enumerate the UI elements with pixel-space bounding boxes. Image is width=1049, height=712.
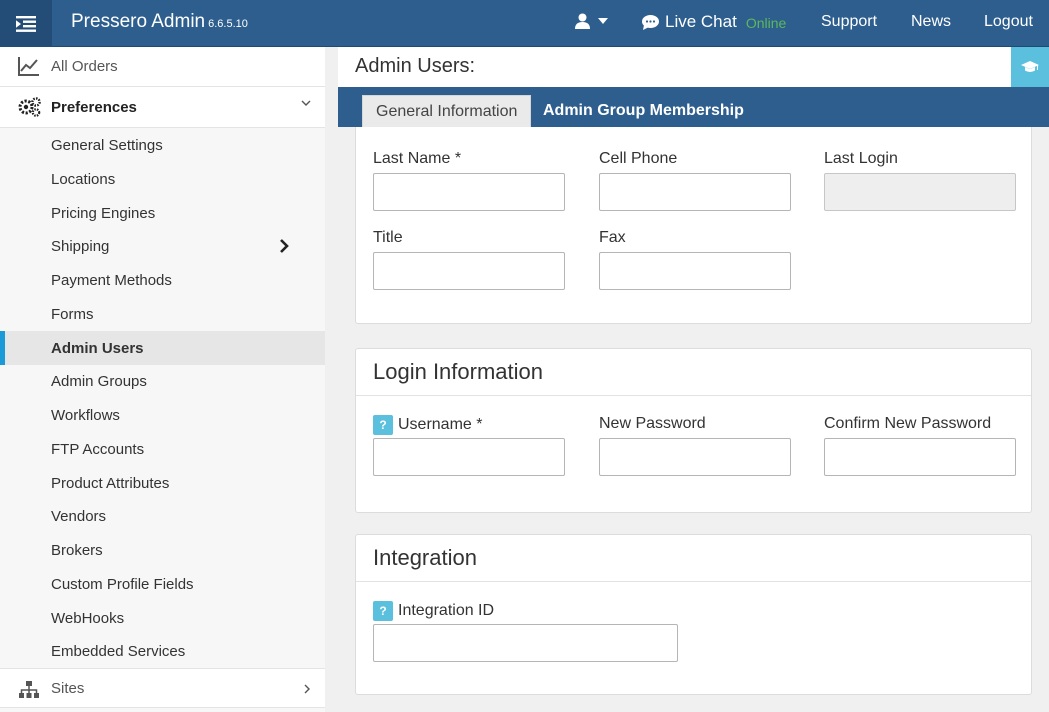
sidebar-item-forms[interactable]: Forms [0, 297, 325, 331]
live-chat-link[interactable]: Live Chat Online [642, 12, 786, 32]
sidebar-item-shipping[interactable]: Shipping [0, 229, 325, 263]
integration-header: Integration [356, 535, 1031, 582]
chat-status-online: Online [745, 15, 787, 31]
sidebar-item-general-settings[interactable]: General Settings [0, 128, 325, 162]
cell-phone-input[interactable] [599, 173, 791, 211]
last-name-input[interactable] [373, 173, 565, 211]
page-title: Admin Users: [355, 55, 476, 77]
sidebar-item-label: WebHooks [51, 610, 125, 627]
username-input[interactable] [373, 438, 565, 476]
fax-label: Fax [599, 229, 626, 246]
page-header: Admin Users: [338, 47, 1049, 87]
sidebar-item-label: Payment Methods [51, 272, 172, 289]
sidebar-item-label: Admin Groups [51, 373, 147, 390]
sidebar-toggle-button[interactable] [0, 0, 52, 47]
login-information-panel: Login Information ? Username * New Passwo… [355, 348, 1032, 513]
sidebar-item-webhooks[interactable]: WebHooks [0, 601, 325, 635]
support-link[interactable]: Support [821, 13, 877, 31]
sitemap-icon [19, 681, 39, 698]
top-navbar: Pressero Admin 6.6.5.10 Live Chat Online … [0, 0, 1049, 47]
sidebar-item-label: Shipping [51, 238, 110, 255]
sidebar-item-ftp-accounts[interactable]: FTP Accounts [0, 432, 325, 466]
line-chart-icon [18, 57, 39, 76]
menu-collapse-icon [16, 15, 36, 32]
version-number: 6.6.5.10 [208, 18, 248, 30]
sidebar-item-label: Preferences [51, 98, 137, 116]
sidebar: All Orders Preferences General Settings … [0, 47, 325, 712]
graduation-cap-icon [1021, 61, 1039, 72]
news-link[interactable]: News [911, 13, 951, 31]
login-information-title: Login Information [373, 359, 543, 384]
help-icon[interactable]: ? [373, 415, 393, 435]
caret-down-icon [598, 18, 608, 24]
integration-id-label-text: Integration ID [398, 602, 495, 619]
sidebar-item-label: Pricing Engines [51, 205, 156, 222]
new-password-input[interactable] [599, 438, 791, 476]
sidebar-item-payment-methods[interactable]: Payment Methods [0, 263, 325, 297]
help-tutorial-button[interactable] [1011, 47, 1049, 87]
main-content: Admin Users: General Information Admin G… [338, 47, 1049, 712]
sidebar-item-pricing-engines[interactable]: Pricing Engines [0, 196, 325, 230]
login-information-header: Login Information [356, 349, 1031, 396]
sidebar-item-label: Custom Profile Fields [51, 576, 194, 593]
sidebar-item-label: Vendors [51, 508, 107, 525]
sidebar-item-label: Admin Users [51, 340, 144, 357]
sidebar-item-sites[interactable]: Sites [0, 668, 325, 708]
sidebar-item-brokers[interactable]: Brokers [0, 533, 325, 567]
sidebar-item-locations[interactable]: Locations [0, 162, 325, 196]
new-password-label: New Password [599, 415, 706, 432]
confirm-password-label: Confirm New Password [824, 415, 992, 432]
user-icon [575, 13, 590, 29]
sidebar-item-product-attributes[interactable]: Product Attributes [0, 466, 325, 500]
sidebar-item-vendors[interactable]: Vendors [0, 499, 325, 533]
sidebar-item-admin-groups[interactable]: Admin Groups [0, 364, 325, 398]
sidebar-item-label: Product Attributes [51, 475, 170, 492]
title-input[interactable] [373, 252, 565, 290]
sidebar-item-label: Workflows [51, 407, 120, 424]
sidebar-item-label: FTP Accounts [51, 441, 145, 458]
chevron-down-icon [301, 100, 311, 106]
sidebar-item-label: Locations [51, 171, 116, 188]
brand-title[interactable]: Pressero Admin 6.6.5.10 [71, 11, 248, 33]
brand-name: Pressero Admin [71, 11, 206, 32]
sidebar-item-label: All Orders [51, 58, 118, 75]
sidebar-item-admin-users[interactable]: Admin Users [0, 331, 325, 365]
integration-title: Integration [373, 545, 477, 570]
help-icon[interactable]: ? [373, 601, 393, 621]
sidebar-item-label: Brokers [51, 542, 103, 559]
integration-id-label: ? Integration ID [373, 601, 494, 621]
sidebar-item-label: Sites [51, 679, 85, 697]
live-chat-label: Live Chat [665, 12, 737, 31]
last-login-label: Last Login [824, 150, 898, 167]
fax-input[interactable] [599, 252, 791, 290]
chevron-right-icon [304, 684, 310, 694]
confirm-password-input[interactable] [824, 438, 1016, 476]
logout-link[interactable]: Logout [984, 13, 1033, 31]
tab-general-information[interactable]: General Information [362, 95, 532, 127]
sidebar-item-label: Embedded Services [51, 643, 186, 660]
integration-panel: Integration ? Integration ID [355, 534, 1032, 695]
sidebar-item-all-orders[interactable]: All Orders [0, 47, 325, 87]
last-login-input [824, 173, 1016, 211]
tab-admin-group-membership[interactable]: Admin Group Membership [530, 95, 757, 127]
sidebar-item-workflows[interactable]: Workflows [0, 398, 325, 432]
gears-icon [18, 97, 41, 117]
sidebar-item-label: General Settings [51, 137, 163, 154]
cell-phone-label: Cell Phone [599, 150, 678, 167]
username-label-text: Username * [398, 416, 483, 433]
general-information-panel: Last Name * Cell Phone Last Login Title … [355, 127, 1032, 324]
sidebar-item-embedded-services[interactable]: Embedded Services [0, 634, 325, 668]
sidebar-item-label: Forms [51, 306, 94, 323]
tab-bar: General Information Admin Group Membersh… [338, 87, 1049, 127]
last-name-label: Last Name * [373, 150, 462, 167]
username-label: ? Username * [373, 415, 482, 435]
user-menu[interactable] [575, 13, 608, 29]
integration-id-input[interactable] [373, 624, 678, 662]
chevron-right-icon [280, 239, 289, 253]
sidebar-item-custom-profile-fields[interactable]: Custom Profile Fields [0, 567, 325, 601]
title-label: Title [373, 229, 403, 246]
chat-bubble-icon [642, 14, 659, 30]
sidebar-item-preferences[interactable]: Preferences [0, 87, 325, 128]
